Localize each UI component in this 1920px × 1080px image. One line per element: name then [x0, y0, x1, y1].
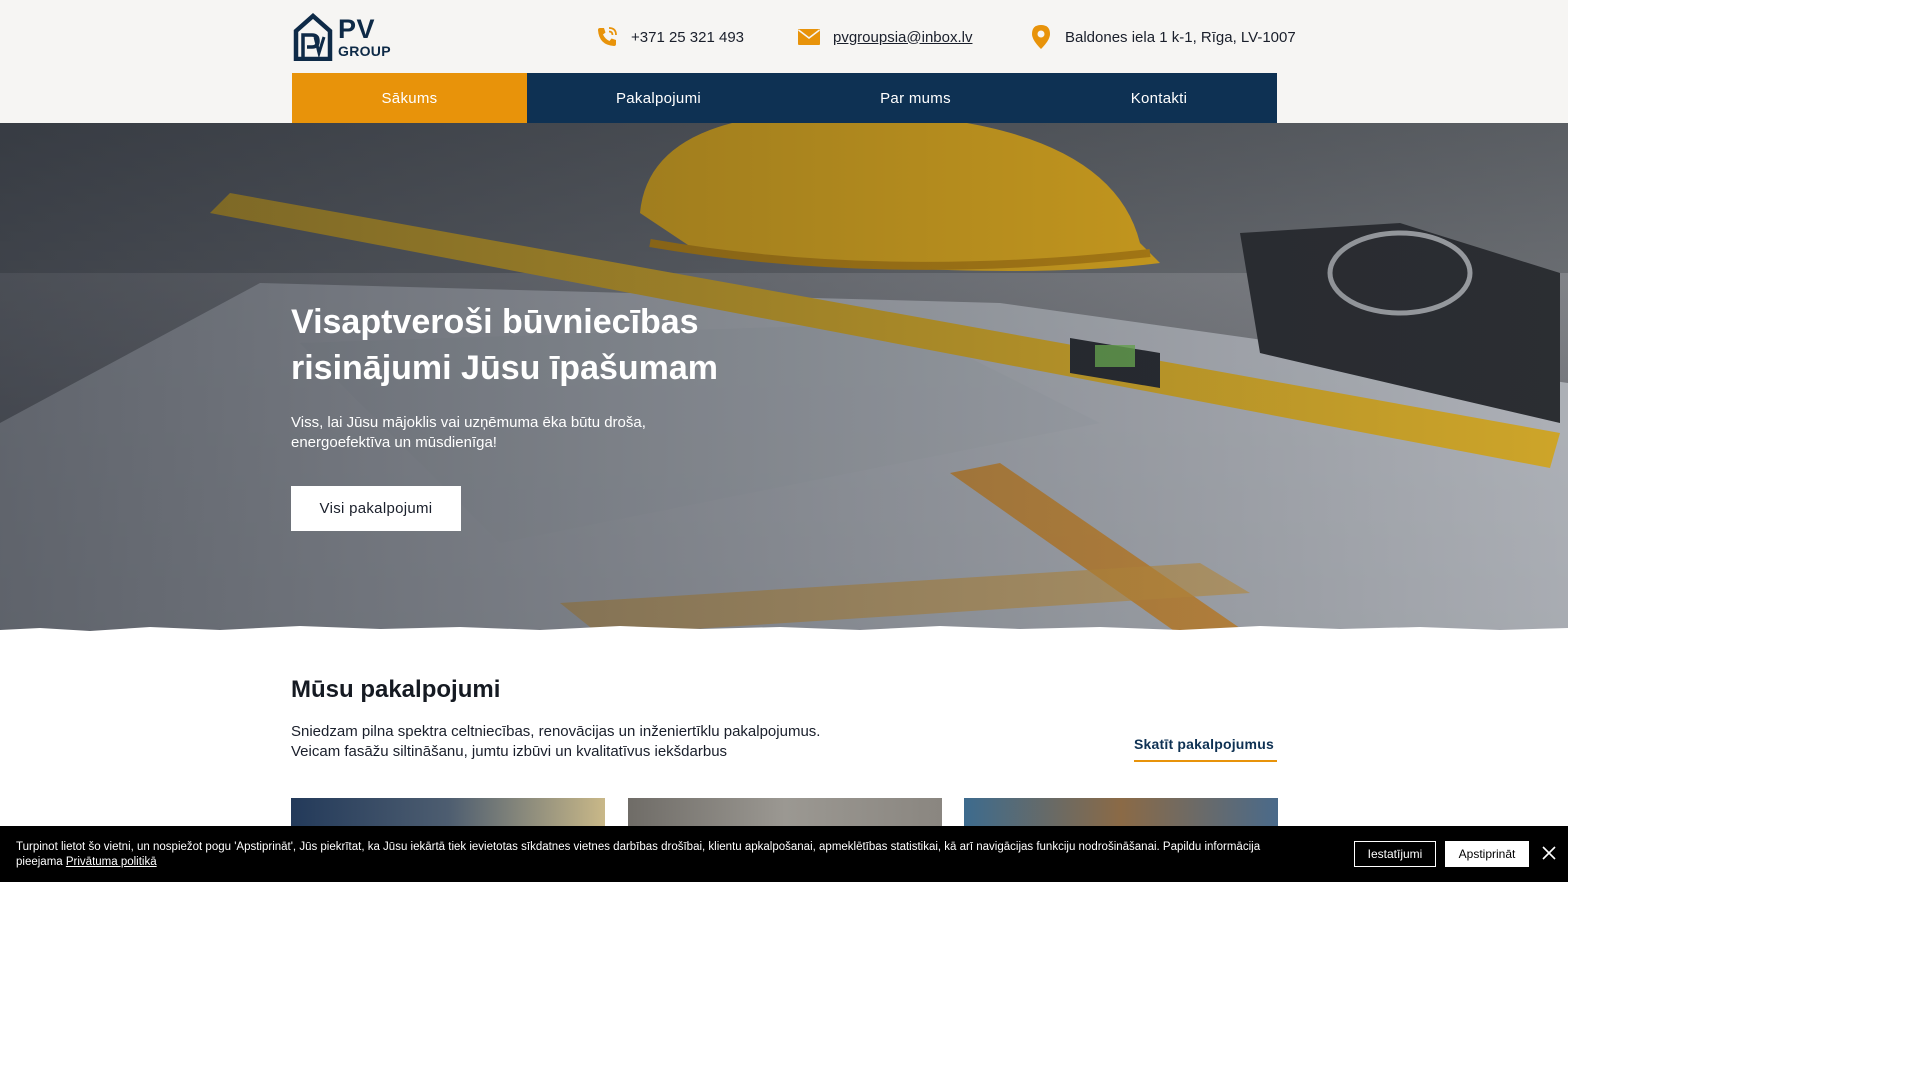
cookie-settings-button[interactable]: Iestatījumi	[1354, 841, 1436, 867]
phone-number[interactable]: +371 25 321 493	[631, 29, 744, 46]
nav-item-kontakti[interactable]: Kontakti	[1041, 73, 1277, 123]
email-link[interactable]: pvgroupsia@inbox.lv	[833, 29, 972, 46]
close-icon[interactable]	[1540, 844, 1558, 862]
cookie-text: Turpinot lietot šo vietni, un nospiežot …	[16, 840, 1286, 870]
services-description-line1: Sniedzam pilna spektra celtniecības, ren…	[291, 723, 821, 740]
contact-phone[interactable]: +371 25 321 493	[595, 24, 744, 50]
all-services-button[interactable]: Visi pakalpojumi	[291, 486, 461, 531]
contact-email[interactable]: pvgroupsia@inbox.lv	[797, 24, 972, 50]
cookie-banner: Turpinot lietot šo vietni, un nospiežot …	[0, 826, 1568, 882]
address-text: Baldones iela 1 k-1, Rīga, LV-1007	[1065, 28, 1296, 46]
logo-house-icon	[293, 13, 333, 61]
nav-item-pakalpojumi[interactable]: Pakalpojumi	[527, 73, 790, 123]
mail-icon	[797, 25, 821, 49]
logo[interactable]: PV GROUP	[293, 12, 398, 62]
phone-icon	[595, 25, 619, 49]
map-pin-icon	[1029, 25, 1053, 49]
hero-overlay	[0, 123, 1568, 635]
logo-text: PV GROUP	[338, 14, 391, 59]
cookie-accept-button[interactable]: Apstiprināt	[1445, 841, 1529, 867]
site-header: PV GROUP +371 25 321 493 pvgroupsia@inbo…	[0, 0, 1568, 123]
services-description-line2: Veicam fasāžu siltināšanu, jumtu izbūvi …	[291, 743, 728, 760]
logo-line2: GROUP	[338, 43, 391, 59]
services-title: Mūsu pakalpojumi	[291, 676, 501, 703]
cookie-message: Turpinot lietot šo vietni, un nospiežot …	[16, 841, 1261, 868]
main-nav: Sākums Pakalpojumi Par mums Kontakti	[292, 73, 1277, 123]
torn-paper-edge	[0, 626, 1568, 640]
hero-section: Visaptveroši būvniecības risinājumi Jūsu…	[0, 123, 1568, 635]
privacy-policy-link[interactable]: Privātuma politikā	[66, 856, 157, 868]
contact-address: Baldones iela 1 k-1, Rīga, LV-1007	[1029, 24, 1296, 50]
hero-subtitle: Viss, lai Jūsu mājoklis vai uzņēmuma ēka…	[291, 414, 646, 451]
view-services-link[interactable]: Skatīt pakalpojumus	[1134, 736, 1277, 762]
nav-item-sakums[interactable]: Sākums	[292, 73, 527, 123]
nav-item-par-mums[interactable]: Par mums	[790, 73, 1041, 123]
services-description: Sniedzam pilna spektra celtniecības, ren…	[291, 722, 891, 762]
hero-title: Visaptveroši būvniecības risinājumi Jūsu…	[291, 303, 719, 387]
logo-line1: PV	[338, 14, 376, 44]
